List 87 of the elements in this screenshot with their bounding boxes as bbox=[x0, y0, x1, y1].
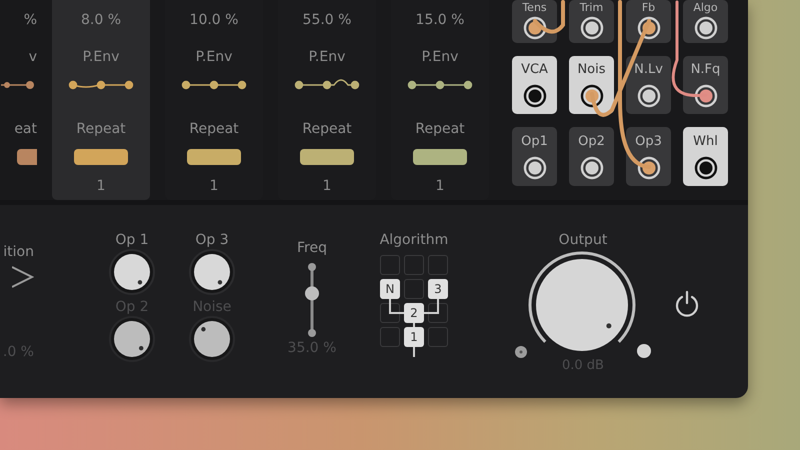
patch-jack-tile[interactable]: Nois bbox=[569, 56, 614, 114]
freq-label: Freq bbox=[297, 239, 327, 257]
patch-jack-tile[interactable]: N.Fq bbox=[683, 56, 728, 114]
algorithm-label: Algorithm bbox=[380, 231, 448, 249]
patch-jack-tile[interactable]: Fb bbox=[626, 0, 671, 43]
jack-socket-icon bbox=[522, 156, 546, 180]
rotary-knob[interactable] bbox=[189, 316, 235, 362]
jack-label: Tens bbox=[522, 1, 547, 14]
repeat-label: eat bbox=[14, 120, 37, 138]
operator-cell[interactable]: 2 bbox=[404, 303, 424, 323]
amount-value: 55.0 % bbox=[302, 11, 352, 29]
jack-socket-icon bbox=[522, 84, 546, 108]
repeat-toggle[interactable] bbox=[74, 149, 128, 165]
repeat-label: Repeat bbox=[189, 120, 239, 138]
envelope-label: v bbox=[28, 48, 37, 66]
patch-jack-tile[interactable]: Op2 bbox=[569, 127, 614, 186]
max-dot-icon bbox=[636, 343, 652, 359]
repeat-count: 1 bbox=[436, 177, 444, 195]
rotary-knob[interactable] bbox=[109, 249, 155, 295]
patch-jack-tile[interactable]: N.Lv bbox=[626, 56, 671, 114]
envelope-shape-icon bbox=[294, 79, 360, 91]
section-label: ition bbox=[3, 243, 34, 261]
patch-jack-tile[interactable]: Trim bbox=[569, 0, 614, 43]
jack-label: N.Fq bbox=[690, 62, 720, 77]
jack-socket-icon bbox=[636, 16, 660, 40]
rotary-knob[interactable] bbox=[189, 249, 235, 295]
output-label: Output bbox=[558, 231, 608, 249]
jack-label: VCA bbox=[521, 62, 548, 77]
repeat-label: Repeat bbox=[76, 120, 126, 138]
repeat-toggle[interactable] bbox=[413, 149, 467, 165]
jack-socket-icon bbox=[694, 16, 718, 40]
empty-slot[interactable] bbox=[428, 303, 448, 323]
rotary-knob[interactable] bbox=[109, 316, 155, 362]
freq-slider[interactable] bbox=[304, 263, 320, 337]
envelope-label: P.Env bbox=[82, 48, 120, 66]
repeat-count: 1 bbox=[210, 177, 218, 195]
jack-socket-icon bbox=[580, 16, 604, 40]
repeat-label: Repeat bbox=[302, 120, 352, 138]
power-icon[interactable] bbox=[674, 289, 700, 317]
envelope-shape-icon bbox=[181, 79, 247, 91]
envelope-label: P.Env bbox=[422, 48, 458, 66]
jack-label: Op2 bbox=[578, 134, 605, 148]
repeat-count: 1 bbox=[96, 177, 106, 195]
repeat-toggle[interactable] bbox=[187, 149, 241, 165]
jack-socket-icon bbox=[636, 84, 660, 108]
jack-socket-icon bbox=[580, 156, 604, 180]
amount-value: 15.0 % bbox=[416, 11, 464, 29]
knob-label: Op 1 bbox=[115, 231, 149, 249]
patch-jack-tile[interactable]: Algo bbox=[683, 0, 728, 43]
envelope-label: P.Env bbox=[308, 48, 346, 66]
jack-socket-icon bbox=[522, 16, 546, 40]
patch-jack-tile[interactable]: Op1 bbox=[512, 127, 557, 186]
operator-cell[interactable]: 1 bbox=[404, 327, 424, 347]
jack-label: Op3 bbox=[635, 134, 662, 148]
algorithm-grid[interactable]: N 3 2 1 bbox=[380, 255, 448, 357]
patch-jack-tile[interactable]: Tens bbox=[512, 0, 557, 43]
amount-value: % bbox=[24, 11, 37, 29]
repeat-toggle[interactable] bbox=[17, 149, 37, 165]
envelope-shape-icon bbox=[407, 79, 473, 91]
jack-socket-icon bbox=[694, 156, 718, 180]
jack-socket-icon bbox=[694, 84, 718, 108]
jack-label: Nois bbox=[577, 62, 606, 77]
repeat-toggle[interactable] bbox=[300, 149, 354, 165]
amount-value: 8.0 % bbox=[80, 11, 122, 29]
jack-label: Trim bbox=[580, 1, 604, 14]
envelope-shape-icon bbox=[1, 79, 37, 91]
operator-cell[interactable]: 3 bbox=[428, 279, 448, 299]
envelope-shape-icon bbox=[68, 79, 134, 91]
knob-label: Op 3 bbox=[195, 231, 229, 249]
jack-label: Op1 bbox=[521, 134, 548, 148]
jack-label: Whl bbox=[693, 134, 718, 148]
repeat-label: Repeat bbox=[415, 120, 465, 138]
envelope-label: P.Env bbox=[196, 48, 232, 66]
jack-label: Algo bbox=[693, 1, 718, 14]
patch-jack-tile[interactable]: Op3 bbox=[626, 127, 671, 186]
jack-socket-icon bbox=[636, 156, 660, 180]
repeat-count: 1 bbox=[322, 177, 332, 195]
jack-socket-icon bbox=[580, 84, 604, 108]
patch-jack-tile[interactable]: Whl bbox=[683, 127, 728, 186]
amount-value: 10.0 % bbox=[190, 11, 238, 29]
selected-column-background[interactable]: 8.0 % P.Env Repeat 1 bbox=[52, 0, 150, 200]
empty-slot[interactable] bbox=[380, 303, 400, 323]
min-dot-icon bbox=[514, 345, 528, 359]
jack-label: Fb bbox=[642, 1, 656, 14]
operator-cell[interactable]: N bbox=[380, 279, 400, 299]
patch-jack-tile[interactable]: VCA bbox=[512, 56, 557, 114]
jack-label: N.Lv bbox=[634, 62, 663, 77]
